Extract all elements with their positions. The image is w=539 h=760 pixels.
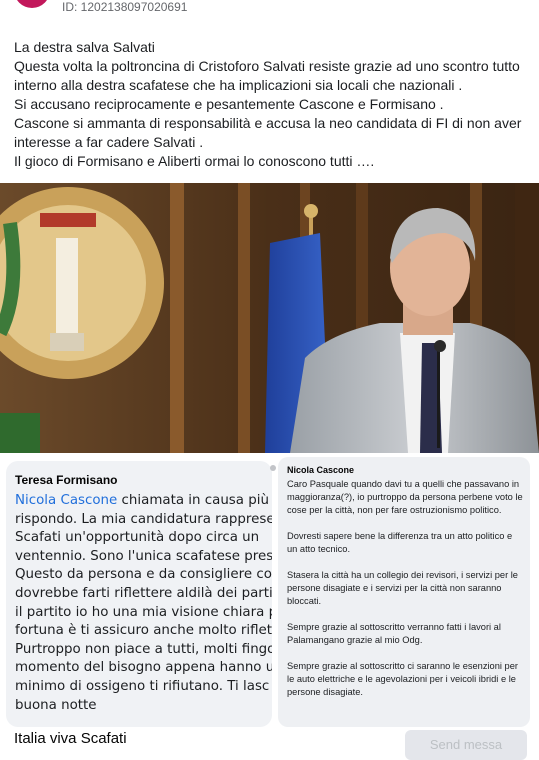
page-avatar[interactable] [14,0,50,8]
comment-line: Scafati un'opportunità dopo circa un [15,530,260,546]
post-paragraph: Si accusano reciprocamente e pesantement… [14,96,444,112]
comment-formisano: Teresa Formisano Nicola Cascone chiamata… [6,461,272,727]
comment-line: Purtroppo non piace a tutti, molti fingo [15,641,272,657]
mention-link[interactable]: Nicola Cascone [15,493,117,508]
comment-body: Caro Pasquale quando davi tu a quelli ch… [287,478,525,712]
send-message-button[interactable]: Send messa [405,730,527,760]
comment-paragraph: Sempre grazie al sottoscritto ci saranno… [287,661,518,697]
comment-line-text: chiamata in causa più [117,493,269,508]
comment-line: momento del bisogno appena hanno u [15,660,272,676]
comment-author: Teresa Formisano [15,473,118,487]
post-paragraph: Questa volta la poltroncina di Cristofor… [14,58,520,93]
comment-paragraph: Stasera la città ha un collegio dei revi… [287,570,518,606]
comment-body: Nicola Cascone chiamata in causa più ris… [15,492,272,715]
comment-line: buona notte [15,697,97,713]
post-paragraph: Cascone si ammanta di responsabilità e a… [14,115,522,150]
council-photo [0,183,539,453]
post-photo[interactable] [0,183,539,453]
comment-line: dovrebbe farti riflettere aldilà dei par… [15,585,272,601]
post-paragraph: Il gioco di Formisano e Aliberti ormai l… [14,153,375,169]
comment-line: rispondo. La mia candidatura rapprese [15,511,272,527]
comment-paragraph: Caro Pasquale quando davi tu a quelli ch… [287,479,523,515]
post-text: La destra salva Salvati Questa volta la … [14,38,529,171]
post-paragraph: La destra salva Salvati [14,39,155,55]
comment-line: ventennio. Sono l'unica scafatese pres [15,548,272,564]
comment-paragraph: Sempre grazie al sottoscritto verranno f… [287,622,501,645]
comment-screenshots: Teresa Formisano Nicola Cascone chiamata… [0,455,539,727]
separator-dot [270,465,276,471]
comment-line: il partito io ho una mia visione chiara … [15,604,272,620]
comment-line: Questo da persona e da consigliere co [15,567,272,583]
comment-author: Nicola Cascone [287,465,355,475]
comment-line: Nicola Cascone chiamata in causa più [15,492,272,511]
comment-paragraph: Dovresti sapere bene la differenza tra u… [287,531,513,554]
post-id: ID: 1202138097020691 [62,0,188,14]
comment-line: fortuna è ti assicuro anche molto riflet [15,623,272,639]
comment-cascone: Nicola Cascone Caro Pasquale quando davi… [278,457,530,727]
comment-line: minimo di ossigeno ti rifiutano. Ti lasc [15,678,270,694]
page-name-link[interactable]: Italia viva Scafati [14,730,127,747]
